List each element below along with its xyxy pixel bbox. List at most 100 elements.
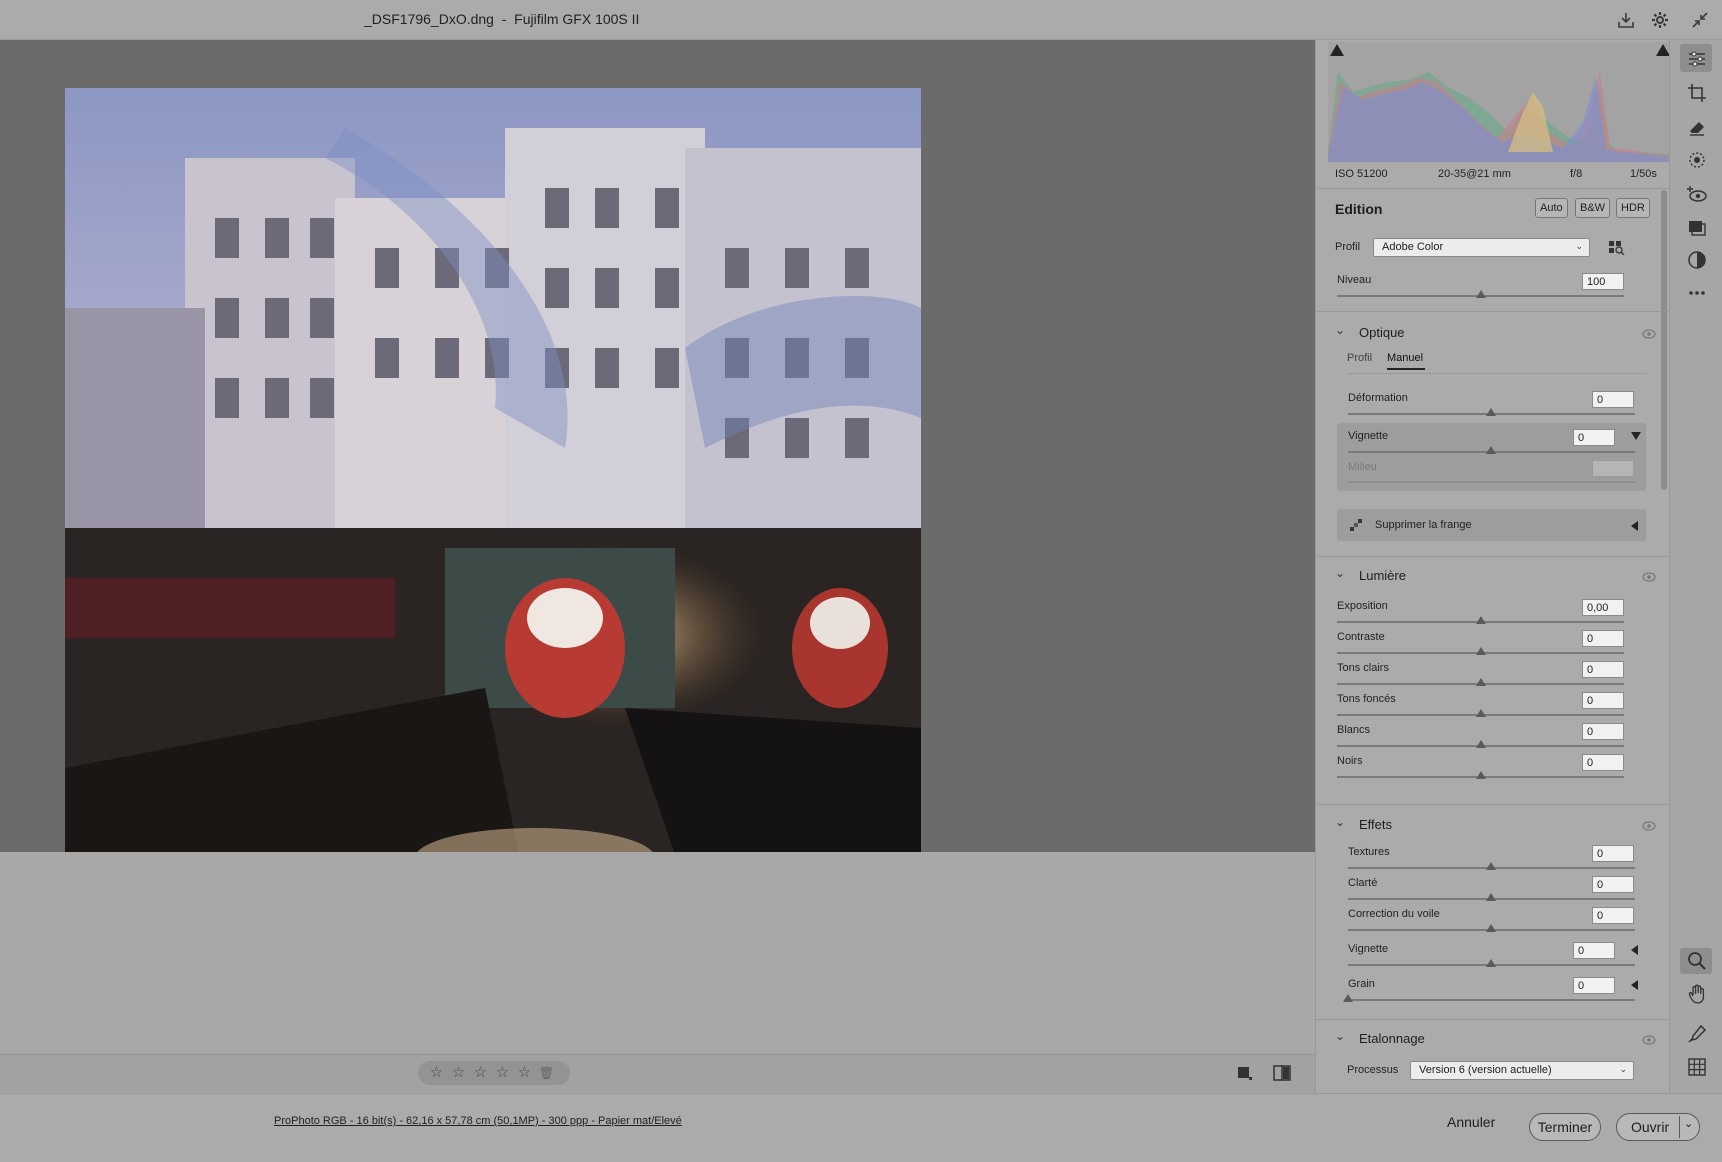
divider [1316, 804, 1669, 805]
exif-lens: 20-35@21 mm [1438, 168, 1511, 180]
vignette-slider-thumb[interactable] [1486, 446, 1496, 454]
exposure-slider-thumb[interactable] [1476, 616, 1486, 624]
eye-icon[interactable] [1642, 821, 1656, 831]
milieu-input [1592, 460, 1634, 477]
process-select[interactable]: Version 6 (version actuelle) ⌄ [1410, 1061, 1634, 1080]
title-bar: _DSF1796_DxO.dng - Fujifilm GFX 100S II [0, 0, 1722, 40]
blacks-slider-thumb[interactable] [1476, 771, 1486, 779]
contrast-input[interactable]: 0 [1582, 630, 1624, 647]
deformation-slider-thumb[interactable] [1486, 408, 1496, 416]
chevron-down-icon[interactable]: ⌄ [1684, 1117, 1693, 1130]
eraser-icon[interactable] [1686, 116, 1708, 138]
panel-scrollbar[interactable] [1661, 190, 1667, 490]
whites-input[interactable]: 0 [1582, 723, 1624, 740]
cancel-button[interactable]: Annuler [1447, 1114, 1495, 1130]
highlights-slider-thumb[interactable] [1476, 678, 1486, 686]
star-2-icon[interactable]: ☆ [450, 1061, 467, 1085]
workflow-options-link[interactable]: ProPhoto RGB - 16 bit(s) - 62,16 x 57,78… [274, 1115, 682, 1127]
edit-panel: ISO 51200 20-35@21 mm f/8 1/50s Edition … [1315, 40, 1669, 1093]
whites-slider-thumb[interactable] [1476, 740, 1486, 748]
fringe-expand-icon[interactable] [1631, 521, 1638, 531]
mask-icon[interactable] [1686, 149, 1708, 171]
canvas-empty-area [0, 852, 1315, 1054]
tab-manuel[interactable]: Manuel [1387, 352, 1423, 364]
grain-input[interactable]: 0 [1573, 977, 1615, 994]
profile-browser-icon[interactable] [1609, 241, 1625, 255]
highlights-input[interactable]: 0 [1582, 661, 1624, 678]
tab-underline [1387, 368, 1425, 370]
photo-preview[interactable] [65, 88, 921, 884]
hand-icon[interactable] [1686, 983, 1708, 1005]
dehaze-input[interactable]: 0 [1592, 907, 1634, 924]
shadows-slider-thumb[interactable] [1476, 709, 1486, 717]
eye-icon[interactable] [1642, 572, 1656, 582]
star-3-icon[interactable]: ☆ [472, 1061, 489, 1085]
eye-icon[interactable] [1642, 1035, 1656, 1045]
etalonnage-title[interactable]: Etalonnage [1359, 1031, 1425, 1046]
star-1-icon[interactable]: ☆ [428, 1061, 445, 1085]
textures-label: Textures [1348, 846, 1390, 858]
chevron-down-icon[interactable]: ⌄ [1335, 815, 1345, 829]
contrast-slider-thumb[interactable] [1476, 647, 1486, 655]
grain-expand-icon[interactable] [1631, 980, 1638, 990]
level-slider-thumb[interactable] [1476, 290, 1486, 298]
trash-icon[interactable]: 🗑 [538, 1061, 555, 1085]
exposure-input[interactable]: 0,00 [1582, 599, 1624, 616]
chevron-down-icon[interactable]: ⌄ [1335, 566, 1345, 580]
snapshots-icon[interactable] [1686, 216, 1708, 238]
clarity-slider-thumb[interactable] [1486, 893, 1496, 901]
optique-title[interactable]: Optique [1359, 325, 1405, 340]
sliders-icon[interactable] [1686, 48, 1708, 70]
before-after-icon[interactable] [1273, 1065, 1291, 1081]
grid-icon[interactable] [1686, 1056, 1708, 1078]
chevron-down-icon[interactable]: ⌄ [1335, 323, 1345, 337]
bw-button[interactable]: B&W [1575, 198, 1611, 218]
collapse-icon[interactable] [1690, 10, 1710, 30]
effects-vignette-slider-thumb[interactable] [1486, 959, 1496, 967]
vignette-label: Vignette [1348, 430, 1389, 442]
deformation-input[interactable]: 0 [1592, 391, 1634, 408]
view-single-icon[interactable] [1236, 1065, 1252, 1081]
divider [1316, 556, 1669, 557]
effects-vignette-expand-icon[interactable] [1631, 945, 1638, 955]
textures-input[interactable]: 0 [1592, 845, 1634, 862]
hdr-button[interactable]: HDR [1616, 198, 1650, 218]
dehaze-slider-thumb[interactable] [1486, 924, 1496, 932]
star-5-icon[interactable]: ☆ [516, 1061, 533, 1085]
level-input[interactable]: 100 [1582, 273, 1624, 290]
presets-icon[interactable] [1686, 249, 1708, 271]
clarity-input[interactable]: 0 [1592, 876, 1634, 893]
effets-title[interactable]: Effets [1359, 817, 1392, 832]
shadows-input[interactable]: 0 [1582, 692, 1624, 709]
image-canvas[interactable] [0, 40, 1315, 884]
done-button[interactable]: Terminer [1529, 1113, 1601, 1141]
effects-vignette-input[interactable]: 0 [1573, 942, 1615, 959]
level-label: Niveau [1337, 274, 1372, 286]
eyedropper-icon[interactable] [1349, 518, 1363, 532]
blacks-label: Noirs [1337, 755, 1363, 767]
chevron-down-icon[interactable]: ⌄ [1335, 1029, 1345, 1043]
tab-profil[interactable]: Profil [1347, 352, 1372, 364]
profile-select[interactable]: Adobe Color ⌄ [1373, 238, 1590, 257]
grain-slider[interactable] [1348, 999, 1635, 1001]
more-icon[interactable] [1686, 282, 1708, 304]
vignette-collapse-icon[interactable] [1631, 432, 1641, 440]
vignette-input[interactable]: 0 [1573, 429, 1615, 446]
auto-button[interactable]: Auto [1535, 198, 1568, 218]
blacks-input[interactable]: 0 [1582, 754, 1624, 771]
crop-icon[interactable] [1686, 82, 1708, 104]
textures-slider-thumb[interactable] [1486, 862, 1496, 870]
process-value: Version 6 (version actuelle) [1419, 1064, 1552, 1076]
zoom-icon[interactable] [1686, 950, 1708, 972]
milieu-slider [1348, 481, 1635, 483]
star-rating[interactable]: ☆ ☆ ☆ ☆ ☆ 🗑 [418, 1061, 570, 1085]
eye-icon[interactable] [1642, 329, 1656, 339]
redeye-icon[interactable] [1686, 183, 1708, 205]
grain-slider-thumb[interactable] [1343, 994, 1353, 1002]
color-sampler-icon[interactable] [1686, 1023, 1708, 1045]
open-button[interactable]: Ouvrir [1631, 1119, 1669, 1135]
gear-icon[interactable] [1650, 10, 1670, 30]
star-4-icon[interactable]: ☆ [494, 1061, 511, 1085]
save-icon[interactable] [1616, 10, 1636, 30]
lumiere-title[interactable]: Lumière [1359, 568, 1406, 583]
